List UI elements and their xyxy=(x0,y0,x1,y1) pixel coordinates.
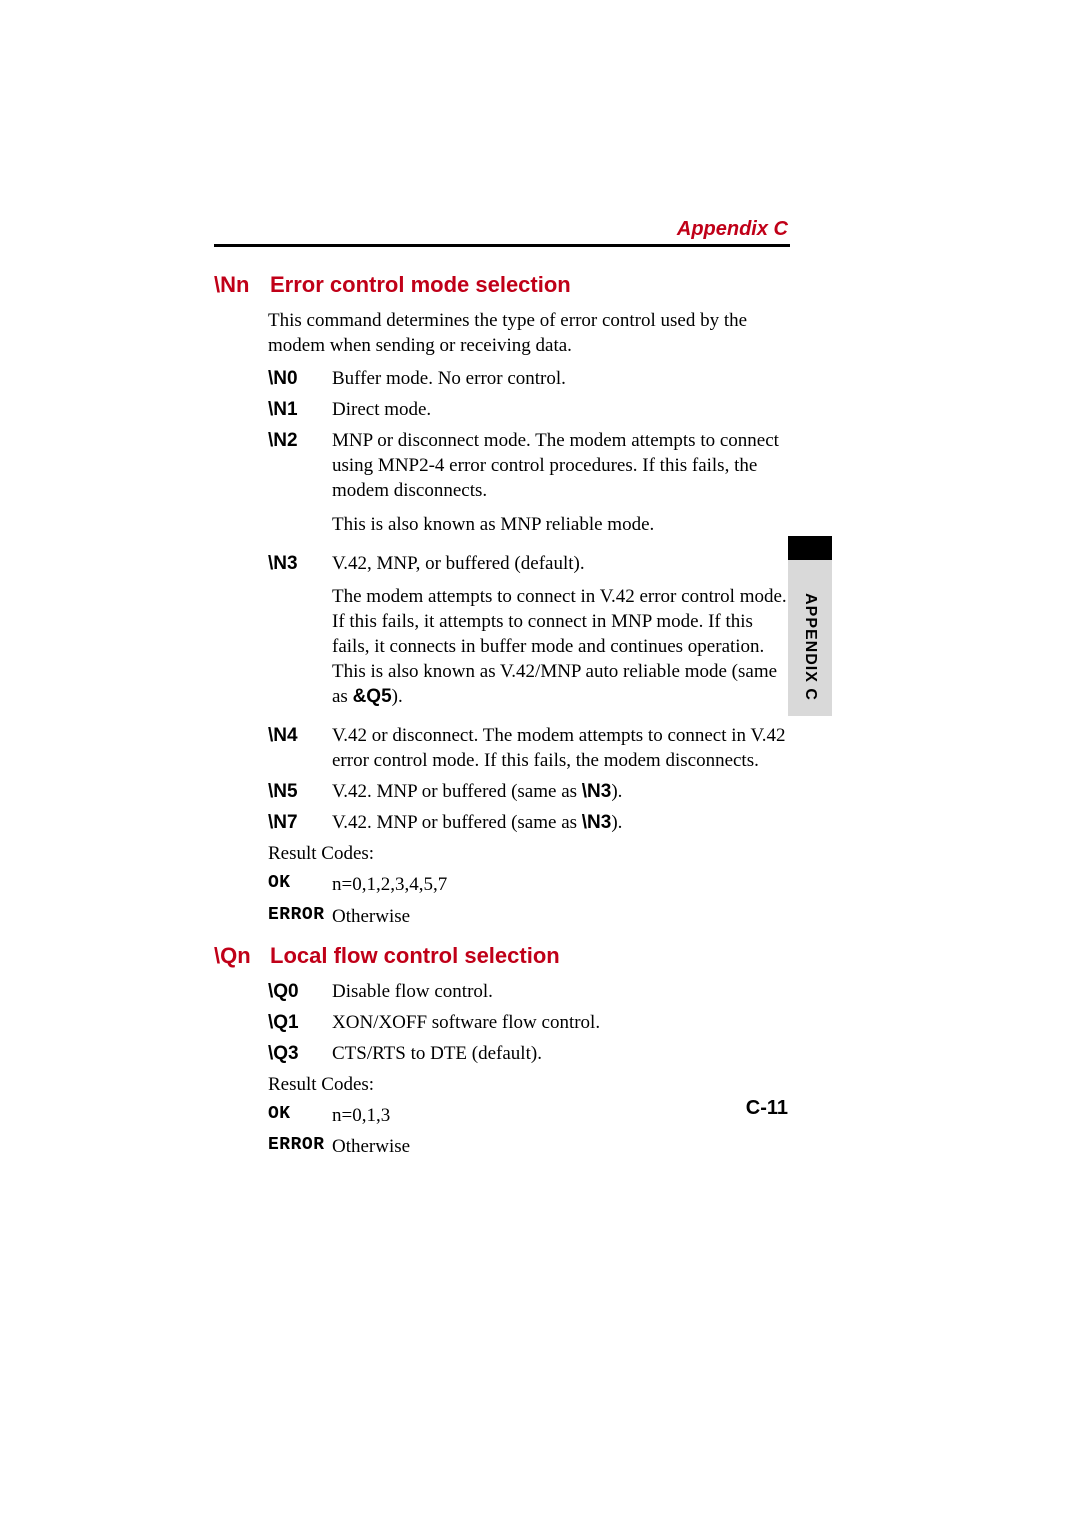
item-n7: \N7 V.42. MNP or buffered (same as \N3). xyxy=(268,810,790,835)
item-desc: V.42. MNP or buffered (same as \N3). xyxy=(332,810,790,835)
result-code: OK xyxy=(268,872,332,897)
text: V.42. MNP or buffered (same as xyxy=(332,781,582,802)
item-label: \N2 xyxy=(268,428,332,544)
inline-code: \N3 xyxy=(582,812,612,833)
item-label: \N5 xyxy=(268,779,332,804)
inline-code: &Q5 xyxy=(353,686,392,707)
item-desc: Buffer mode. No error control. xyxy=(332,366,790,391)
item-n4: \N4 V.42 or disconnect. The modem attemp… xyxy=(268,723,790,773)
item-desc: V.42, MNP, or buffered (default). The mo… xyxy=(332,551,790,717)
item-n1: \N1 Direct mode. xyxy=(268,397,790,422)
item-n3: \N3 V.42, MNP, or buffered (default). Th… xyxy=(268,551,790,717)
item-n5: \N5 V.42. MNP or buffered (same as \N3). xyxy=(268,779,790,804)
item-label: \N3 xyxy=(268,551,332,717)
section-title: Local flow control selection xyxy=(270,943,560,969)
result-code: ERROR xyxy=(268,1134,332,1159)
result-error: ERROR Otherwise xyxy=(268,1134,790,1159)
item-n2: \N2 MNP or disconnect mode. The modem at… xyxy=(268,428,790,544)
item-n0: \N0 Buffer mode. No error control. xyxy=(268,366,790,391)
item-label: \N4 xyxy=(268,723,332,773)
result-code: ERROR xyxy=(268,904,332,929)
section-heading-qn: \Qn Local flow control selection xyxy=(214,943,790,969)
item-label: \Q0 xyxy=(268,979,332,1004)
item-desc: CTS/RTS to DTE (default). xyxy=(332,1041,790,1066)
item-label: \N7 xyxy=(268,810,332,835)
inline-code: \N3 xyxy=(582,781,612,802)
side-tab: APPENDIX C xyxy=(788,560,832,716)
result-error: ERROR Otherwise xyxy=(268,904,790,929)
item-q0: \Q0 Disable flow control. xyxy=(268,979,790,1004)
item-label: \N1 xyxy=(268,397,332,422)
result-codes-label: Result Codes: xyxy=(268,841,790,866)
text: ). xyxy=(611,812,622,833)
result-codes-label: Result Codes: xyxy=(268,1072,790,1097)
side-tab-label: APPENDIX C xyxy=(801,593,819,701)
item-desc-p2: This is also known as MNP reliable mode. xyxy=(332,512,790,537)
item-desc: MNP or disconnect mode. The modem attemp… xyxy=(332,428,790,544)
item-desc-p1: MNP or disconnect mode. The modem attemp… xyxy=(332,428,790,503)
result-desc: n=0,1,2,3,4,5,7 xyxy=(332,872,790,897)
item-label: \Q3 xyxy=(268,1041,332,1066)
result-code: OK xyxy=(268,1103,332,1128)
section-cmd: \Nn xyxy=(214,272,256,298)
running-head: Appendix C xyxy=(677,218,788,241)
page: Appendix C APPENDIX C \Nn Error control … xyxy=(0,0,1080,1528)
result-desc: Otherwise xyxy=(332,1134,790,1159)
item-label: \N0 xyxy=(268,366,332,391)
content-area: \Nn Error control mode selection This co… xyxy=(214,268,790,1165)
result-ok: OK n=0,1,3 xyxy=(268,1103,790,1128)
result-desc: n=0,1,3 xyxy=(332,1103,790,1128)
header-rule xyxy=(214,244,790,247)
item-desc: Direct mode. xyxy=(332,397,790,422)
section-heading-nn: \Nn Error control mode selection xyxy=(214,272,790,298)
item-desc-p1: V.42, MNP, or buffered (default). xyxy=(332,551,790,576)
text: ). xyxy=(392,686,403,707)
section-cmd: \Qn xyxy=(214,943,256,969)
item-q3: \Q3 CTS/RTS to DTE (default). xyxy=(268,1041,790,1066)
item-q1: \Q1 XON/XOFF software flow control. xyxy=(268,1010,790,1035)
section-title: Error control mode selection xyxy=(270,272,571,298)
item-label: \Q1 xyxy=(268,1010,332,1035)
item-desc: XON/XOFF software flow control. xyxy=(332,1010,790,1035)
item-desc: V.42 or disconnect. The modem attempts t… xyxy=(332,723,790,773)
item-desc: V.42. MNP or buffered (same as \N3). xyxy=(332,779,790,804)
text: V.42. MNP or buffered (same as xyxy=(332,812,582,833)
item-desc: Disable flow control. xyxy=(332,979,790,1004)
result-desc: Otherwise xyxy=(332,904,790,929)
section-intro: This command determines the type of erro… xyxy=(268,308,790,358)
result-ok: OK n=0,1,2,3,4,5,7 xyxy=(268,872,790,897)
item-desc-p2: The modem attempts to connect in V.42 er… xyxy=(332,584,790,709)
page-number: C-11 xyxy=(746,1097,788,1120)
text: ). xyxy=(611,781,622,802)
